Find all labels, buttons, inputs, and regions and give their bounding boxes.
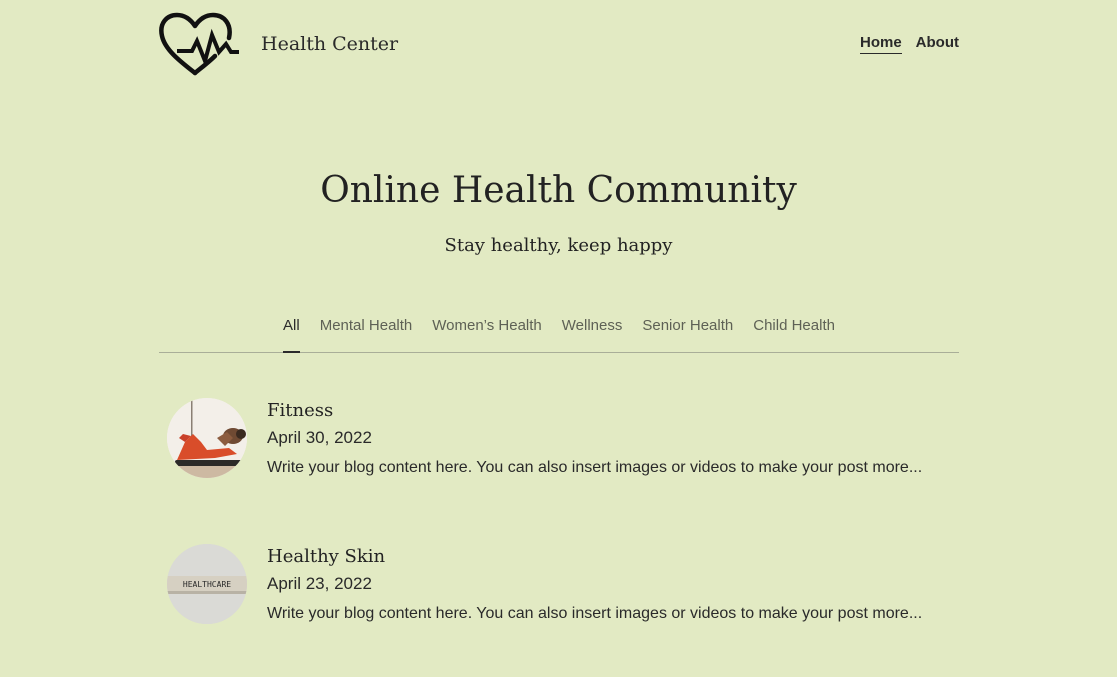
tab-senior-health[interactable]: Senior Health — [642, 312, 733, 353]
site-name: Health Center — [261, 33, 399, 55]
category-tabs: All Mental Health Women’s Health Wellnes… — [159, 312, 959, 353]
heart-pulse-icon — [159, 12, 239, 76]
main-nav: Home About — [859, 34, 959, 54]
fitness-photo — [167, 398, 247, 478]
page: Health Center Home About Online Health C… — [0, 0, 1117, 677]
image-text: HEALTHCARE — [183, 580, 231, 589]
post-thumbnail[interactable]: HEALTHCARE — [167, 544, 247, 624]
post-date: April 23, 2022 — [267, 574, 372, 593]
post-list: Fitness April 30, 2022 Write your blog c… — [167, 398, 957, 677]
post-body: Fitness April 30, 2022 Write your blog c… — [267, 398, 957, 481]
post-excerpt: Write your blog content here. You can al… — [267, 605, 923, 622]
tab-wellness[interactable]: Wellness — [562, 312, 623, 353]
tab-womens-health[interactable]: Women’s Health — [432, 312, 542, 353]
post-body: Healthy Skin April 23, 2022 Write your b… — [267, 544, 957, 627]
nav-home-link[interactable]: Home — [859, 34, 902, 54]
post-thumbnail[interactable] — [167, 398, 247, 478]
healthcare-blocks-photo: HEALTHCARE — [167, 544, 247, 624]
list-item: Fitness April 30, 2022 Write your blog c… — [167, 398, 957, 544]
brand-link[interactable]: Health Center — [159, 12, 398, 76]
post-date: April 30, 2022 — [267, 428, 372, 447]
tab-child-health[interactable]: Child Health — [753, 312, 835, 353]
tab-mental-health[interactable]: Mental Health — [320, 312, 413, 353]
list-item: HEALTHCARE Healthy Skin April 23, 2022 W… — [167, 544, 957, 677]
tab-all[interactable]: All — [283, 312, 300, 353]
post-excerpt: Write your blog content here. You can al… — [267, 459, 923, 476]
site-header: Health Center Home About — [159, 10, 959, 78]
page-subtitle: Stay healthy, keep happy — [444, 235, 673, 256]
page-title: Online Health Community — [320, 170, 797, 211]
post-title-link[interactable]: Fitness — [267, 398, 957, 424]
post-title-link[interactable]: Healthy Skin — [267, 544, 957, 570]
nav-about-link[interactable]: About — [916, 34, 959, 54]
